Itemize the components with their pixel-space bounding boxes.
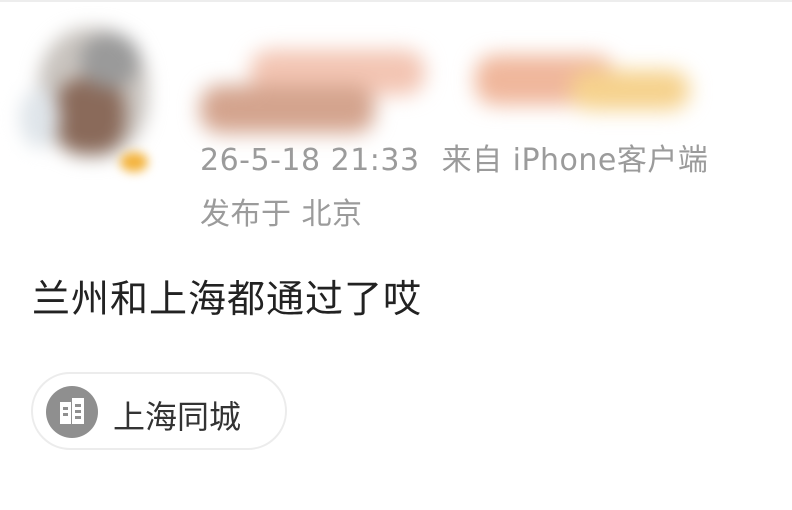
topic-tag-label: 上海同城 [113,398,242,436]
post-location: 发布于 北京 [200,197,363,232]
username-blurred[interactable] [200,40,700,150]
post-timestamp: 26-5-18 21:33 [200,143,420,178]
post-source: 来自 iPhone客户端 [441,143,709,178]
avatar[interactable] [20,8,170,178]
feed-post: 26-5-18 21:33 来自 iPhone客户端 发布于 北京 兰州和上海都通… [0,0,792,510]
post-timestamp-line: 26-5-18 21:33 来自 iPhone客户端 [200,135,708,179]
verified-badge-icon [120,152,148,172]
post-content: 兰州和上海都通过了哎 [32,277,423,321]
topic-tag-chip[interactable]: 上海同城 [31,372,287,450]
building-icon [46,386,98,438]
